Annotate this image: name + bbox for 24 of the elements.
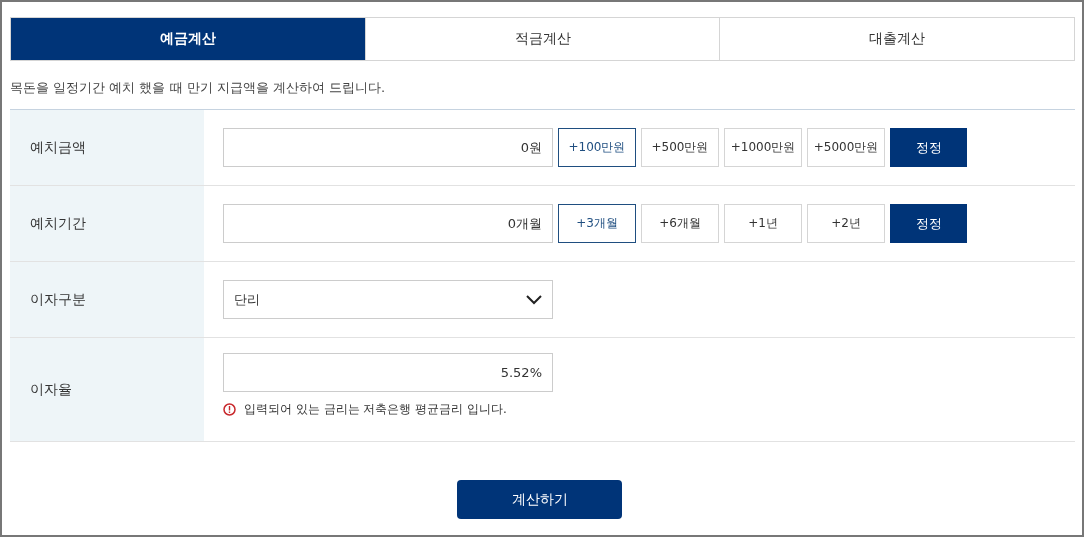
row-label: 예치금액: [10, 110, 204, 185]
add-button[interactable]: +1000만원: [724, 128, 802, 167]
input-field[interactable]: 0원: [223, 128, 553, 167]
add-button[interactable]: +3개월: [558, 204, 636, 243]
calculate-button[interactable]: 계산하기: [457, 480, 622, 519]
add-button[interactable]: +100만원: [558, 128, 636, 167]
reset-button[interactable]: 정정: [890, 128, 967, 167]
reset-button[interactable]: 정정: [890, 204, 967, 243]
row-label: 이자구분: [10, 262, 204, 337]
tab[interactable]: 예금계산: [11, 18, 365, 60]
input-field[interactable]: 5.52%: [223, 353, 553, 392]
dropdown[interactable]: 단리: [223, 280, 553, 319]
description-text: 목돈을 일정기간 예치 했을 때 만기 지급액을 계산하여 드립니다.: [10, 79, 387, 97]
add-button[interactable]: +1년: [724, 204, 802, 243]
row-label: 이자율: [10, 338, 204, 441]
chevron-down-icon: [526, 294, 542, 305]
add-button[interactable]: +500만원: [641, 128, 719, 167]
add-button[interactable]: +5000만원: [807, 128, 885, 167]
add-button[interactable]: +6개월: [641, 204, 719, 243]
row-label: 예치기간: [10, 186, 204, 261]
input-field[interactable]: 0개월: [223, 204, 553, 243]
add-button[interactable]: +2년: [807, 204, 885, 243]
note-text: 입력되어 있는 금리는 저축은행 평균금리 입니다.: [244, 401, 507, 418]
info-icon: [223, 403, 236, 416]
